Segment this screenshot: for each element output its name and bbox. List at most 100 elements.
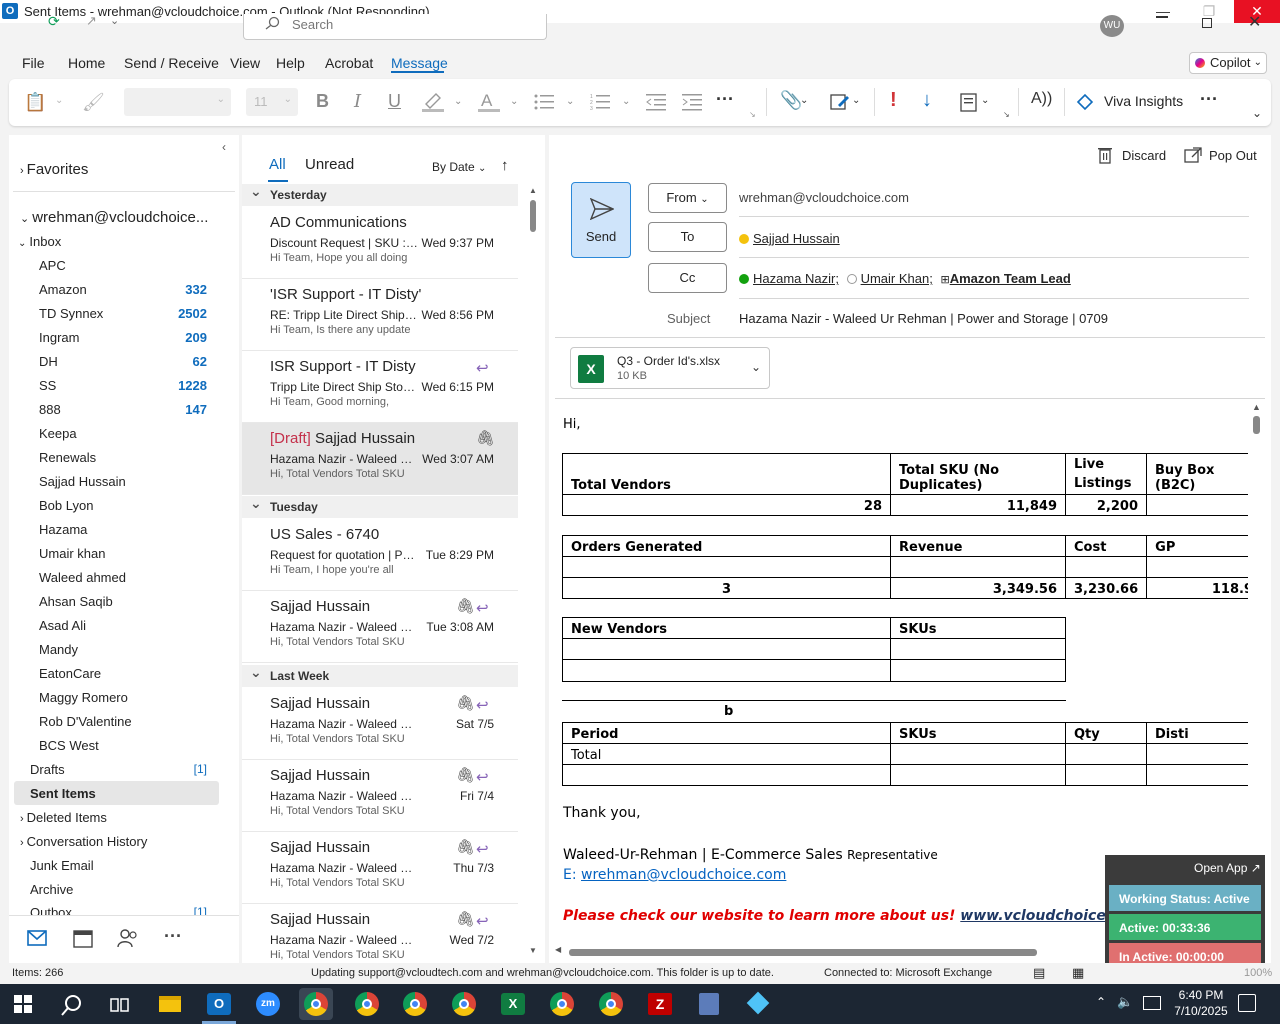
folder-item[interactable]: Asad Ali bbox=[39, 618, 86, 633]
folder-item[interactable]: Umair khan bbox=[39, 546, 105, 561]
file-explorer-icon[interactable] bbox=[153, 988, 187, 1020]
folder-outbox[interactable]: Outbox bbox=[30, 905, 72, 915]
tab-home[interactable]: Home bbox=[68, 55, 105, 71]
decrease-indent-icon[interactable] bbox=[646, 93, 666, 111]
viva-insights-icon[interactable] bbox=[1076, 93, 1094, 111]
folder-inbox[interactable]: ⌄ Inbox bbox=[18, 234, 61, 249]
network-icon[interactable] bbox=[1143, 996, 1161, 1010]
scrollbar-thumb[interactable] bbox=[1253, 416, 1260, 434]
scrollbar-thumb[interactable] bbox=[569, 949, 1037, 956]
message-list-item[interactable]: Sajjad Hussain Hazama Nazir - Waleed Ur .… bbox=[242, 832, 518, 904]
task-view-icon[interactable] bbox=[110, 996, 130, 1014]
scroll-left-icon[interactable]: ◀ bbox=[555, 945, 561, 954]
message-list-item[interactable]: ISR Support - IT Disty Tripp Lite Direct … bbox=[242, 351, 518, 423]
folder-item[interactable]: Rob D'Valentine bbox=[39, 714, 132, 729]
scrollbar-thumb[interactable] bbox=[530, 200, 536, 232]
calendar-icon[interactable] bbox=[73, 928, 93, 948]
scroll-up-icon[interactable]: ▲ bbox=[529, 186, 537, 195]
email-link[interactable]: wrehman@vcloudchoice.com bbox=[581, 867, 786, 883]
to-button[interactable]: To bbox=[648, 222, 727, 252]
font-dialog-launcher-icon[interactable]: ↘ bbox=[749, 110, 756, 119]
font-color-icon[interactable]: A bbox=[478, 91, 500, 113]
bullets-dropdown-icon[interactable]: ⌄ bbox=[566, 96, 574, 107]
tab-file[interactable]: File bbox=[22, 55, 45, 71]
numbering-icon[interactable]: 123 bbox=[590, 93, 610, 111]
bullets-icon[interactable] bbox=[534, 93, 554, 111]
font-size-select[interactable]: 11 ⌄ bbox=[246, 88, 298, 116]
folder-item[interactable]: Mandy bbox=[39, 642, 78, 657]
show-hidden-icons-icon[interactable]: ⌃ bbox=[1096, 995, 1106, 1009]
numbering-dropdown-icon[interactable]: ⌄ bbox=[622, 96, 630, 107]
folder-item[interactable]: BCS West bbox=[39, 738, 99, 753]
chrome-icon[interactable] bbox=[545, 988, 579, 1020]
excel-taskbar-icon[interactable]: X bbox=[496, 988, 530, 1020]
message-list-item[interactable]: AD Communications Discount Request | SKU … bbox=[242, 207, 518, 279]
people-icon[interactable] bbox=[117, 928, 139, 948]
folder-drafts[interactable]: Drafts bbox=[30, 762, 65, 777]
folder-sent-items[interactable]: Sent Items bbox=[30, 786, 96, 801]
tab-acrobat[interactable]: Acrobat bbox=[325, 55, 373, 71]
more-apps-icon[interactable]: ··· bbox=[164, 926, 182, 947]
signature-dropdown-icon[interactable]: ⌄ bbox=[852, 95, 860, 106]
message-list-scrollbar[interactable]: ▲ ▼ bbox=[528, 186, 538, 958]
format-painter-icon[interactable]: 🖌 bbox=[82, 92, 105, 113]
folder-item[interactable]: 888 bbox=[39, 402, 61, 417]
chrome-icon[interactable] bbox=[398, 988, 432, 1020]
filezilla-icon[interactable]: Z bbox=[643, 988, 677, 1020]
pop-out-button[interactable]: Pop Out bbox=[1209, 148, 1257, 163]
attachment-card[interactable]: X Q3 - Order Id's.xlsx 10 KB ⌄ bbox=[570, 347, 770, 389]
mail-icon[interactable] bbox=[27, 930, 47, 946]
chrome-icon[interactable] bbox=[350, 988, 384, 1020]
folder-item[interactable]: Ingram bbox=[39, 330, 79, 345]
normal-view-icon[interactable]: ▤ bbox=[1033, 965, 1045, 981]
windows-start-icon[interactable] bbox=[14, 995, 32, 1013]
discard-button[interactable]: Discard bbox=[1122, 148, 1166, 163]
account-folder[interactable]: ⌄ wrehman@vcloudchoice... bbox=[20, 209, 208, 226]
folder-deleted-items[interactable]: › Deleted Items bbox=[20, 810, 107, 825]
tags-dialog-launcher-icon[interactable]: ↘ bbox=[1003, 110, 1010, 119]
italic-icon[interactable]: I bbox=[354, 91, 361, 112]
group-expand-icon[interactable]: ⊞ bbox=[940, 274, 949, 286]
highlight-icon[interactable] bbox=[422, 92, 444, 112]
recipient-to[interactable]: Sajjad Hussain bbox=[753, 231, 840, 246]
sort-direction-arrow-icon[interactable]: ↑ bbox=[501, 157, 509, 174]
message-list-item[interactable]: [Draft] Sajjad Hussain Hazama Nazir - Wal… bbox=[242, 423, 518, 495]
cc-recipients[interactable]: Hazama Nazir; Umair Khan; ⊞Amazon Team L… bbox=[739, 271, 1071, 286]
quick-access-dropdown-icon[interactable]: ⌄ bbox=[110, 14, 119, 27]
sync-icon[interactable]: ⟳ bbox=[48, 13, 60, 30]
collapse-ribbon-icon[interactable]: ⌄ bbox=[1252, 106, 1262, 120]
folder-item[interactable]: Keepa bbox=[39, 426, 77, 441]
recipient-cc-group[interactable]: Amazon Team Lead bbox=[950, 271, 1071, 286]
from-button[interactable]: From ⌄ bbox=[648, 183, 727, 213]
zoom-level[interactable]: 100% bbox=[1244, 967, 1272, 979]
folder-item[interactable]: Waleed ahmed bbox=[39, 570, 126, 585]
read-aloud-icon[interactable]: A)) bbox=[1031, 90, 1052, 108]
message-list-item[interactable]: 'ISR Support - IT Disty' RE: Tripp Lite D… bbox=[242, 279, 518, 351]
folder-item[interactable]: EatonCare bbox=[39, 666, 101, 681]
chrome-icon[interactable] bbox=[594, 988, 628, 1020]
message-list-item[interactable]: Sajjad Hussain Hazama Nazir - Waleed Ur .… bbox=[242, 688, 518, 760]
folder-archive[interactable]: Archive bbox=[30, 882, 73, 897]
low-importance-icon[interactable]: ↓ bbox=[922, 89, 932, 112]
volume-icon[interactable]: 🔈 bbox=[1117, 994, 1133, 1010]
font-name-select[interactable]: ⌄ bbox=[124, 88, 231, 116]
recipient-cc[interactable]: Hazama Nazir; bbox=[753, 271, 839, 286]
tab-unread[interactable]: Unread bbox=[305, 156, 354, 173]
message-list-item[interactable]: Sajjad Hussain Hazama Nazir - Waleed Ur .… bbox=[242, 760, 518, 832]
message-list-item[interactable]: Sajjad Hussain Hazama Nazir - Waleed Ur .… bbox=[242, 591, 518, 663]
signature-icon[interactable] bbox=[830, 92, 850, 112]
zoom-app-icon[interactable]: zm bbox=[251, 988, 285, 1020]
to-recipients[interactable]: Sajjad Hussain bbox=[739, 231, 840, 246]
group-header-yesterday[interactable]: Yesterday bbox=[242, 183, 518, 206]
copilot-button[interactable]: Copilot ⌄ bbox=[1189, 52, 1267, 74]
search-icon[interactable] bbox=[61, 994, 83, 1016]
pop-out-icon[interactable] bbox=[1184, 147, 1202, 163]
chevron-down-icon[interactable]: ⌄ bbox=[751, 360, 761, 374]
underline-icon[interactable]: U bbox=[388, 91, 401, 112]
folder-item[interactable]: Hazama bbox=[39, 522, 87, 537]
folder-item[interactable]: TD Synnex bbox=[39, 306, 103, 321]
folder-junk-email[interactable]: Junk Email bbox=[30, 858, 94, 873]
paste-dropdown-icon[interactable]: ⌄ bbox=[55, 95, 63, 106]
folder-item[interactable]: Sajjad Hussain bbox=[39, 474, 126, 489]
cc-button[interactable]: Cc bbox=[648, 263, 727, 293]
